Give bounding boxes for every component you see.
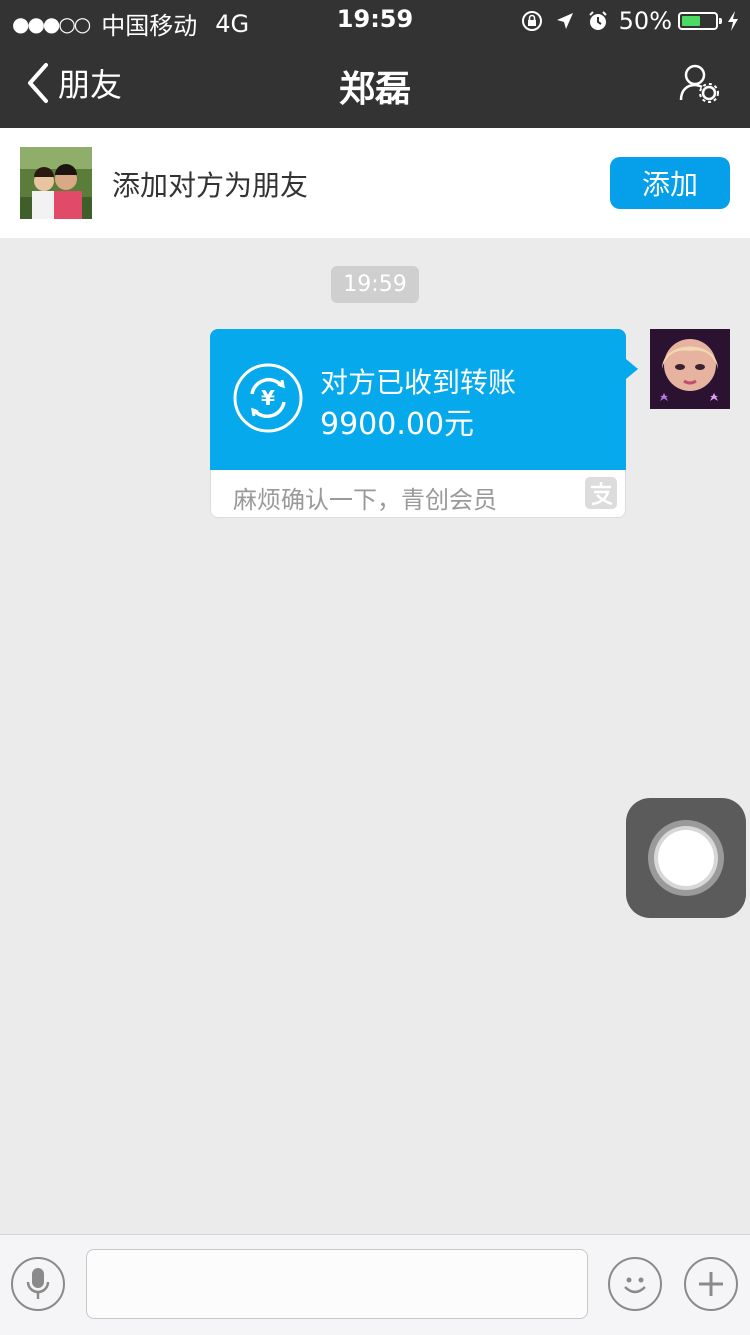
assistive-touch-button[interactable]: [626, 798, 746, 918]
page-title: 郑磊: [338, 69, 411, 110]
more-button[interactable]: [684, 1257, 738, 1311]
bubble-tail: [626, 359, 638, 379]
battery-icon: [678, 12, 722, 30]
message-timestamp: 19:59: [331, 266, 419, 303]
voice-button[interactable]: [11, 1257, 65, 1311]
location-arrow-icon: [556, 13, 573, 29]
status-bar: ●●●○○ 中国移动 4G 19:59 50%: [0, 0, 750, 40]
my-avatar[interactable]: [650, 329, 730, 409]
transfer-note: 麻烦确认一下，青创会员: [233, 486, 497, 514]
person-settings-icon: [679, 64, 719, 103]
message-input[interactable]: [86, 1249, 588, 1319]
contact-avatar[interactable]: [20, 147, 92, 219]
emoji-button[interactable]: [608, 1257, 662, 1311]
add-friend-bar: 添加对方为朋友 添加: [0, 128, 750, 238]
navigation-bar: 朋友 郑磊: [0, 40, 750, 128]
smiley-icon: [624, 1277, 646, 1294]
transfer-status: 对方已收到转账: [320, 366, 517, 399]
plus-icon: [699, 1272, 723, 1296]
message-input-bar: [0, 1234, 750, 1335]
charging-bolt-icon: [728, 11, 738, 31]
chat-settings-button[interactable]: [678, 62, 720, 108]
alipay-icon: [585, 477, 617, 513]
alarm-icon: [588, 11, 607, 30]
add-friend-button[interactable]: 添加: [610, 157, 730, 209]
svg-text:¥: ¥: [261, 386, 275, 410]
battery-percent: 50%: [618, 7, 672, 35]
transfer-message-bubble[interactable]: ¥ 对方已收到转账 9900.00元 麻烦确认一下，青创会员: [210, 329, 638, 518]
transfer-received-icon: ¥: [232, 362, 304, 438]
transfer-amount: 9900.00元: [320, 407, 475, 442]
microphone-icon: [26, 1268, 50, 1299]
add-friend-prompt: 添加对方为朋友: [112, 169, 309, 202]
rotation-lock-icon: [521, 11, 542, 31]
